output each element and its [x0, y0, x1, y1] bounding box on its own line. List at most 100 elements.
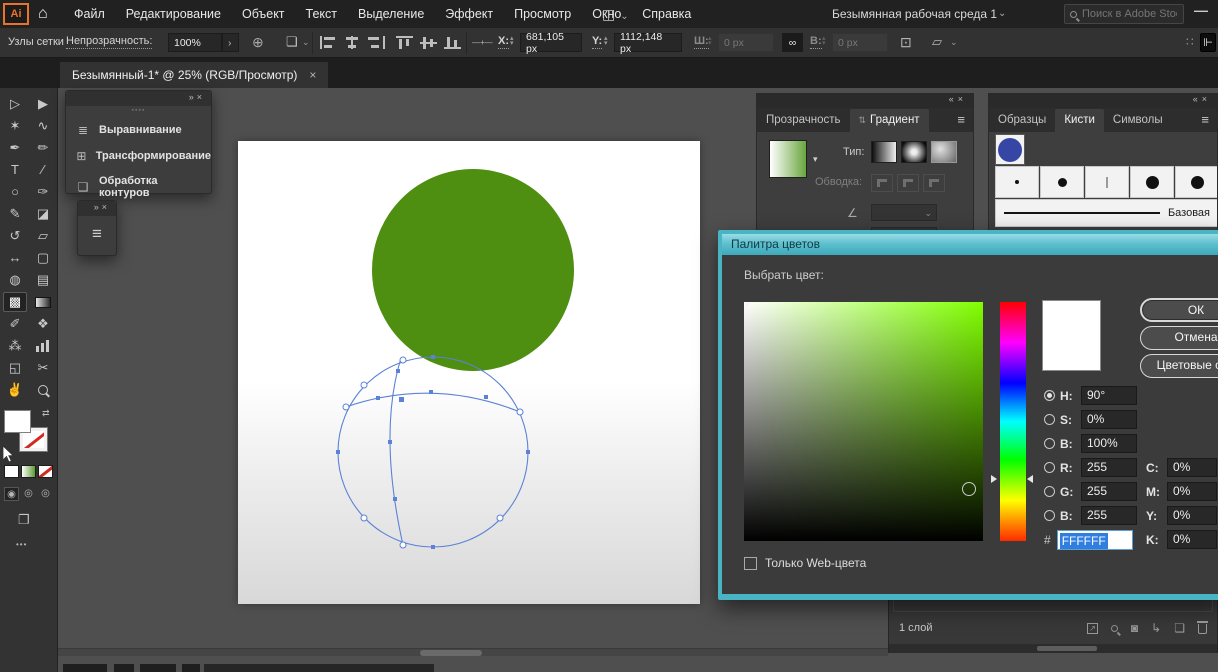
radio-b[interactable] [1044, 438, 1055, 449]
document-setup-icon[interactable]: ❏ [286, 34, 298, 50]
y-value-field[interactable]: 1112,148 px [614, 33, 682, 52]
screen-mode-icon[interactable]: ❐ [18, 512, 30, 528]
tool-curvature[interactable]: ✏ [31, 138, 55, 158]
radio-h[interactable] [1044, 390, 1055, 401]
tool-hand[interactable]: ✌ [3, 380, 27, 400]
tool-width[interactable]: ↔ [3, 248, 27, 268]
tool-blend[interactable]: ❖ [31, 314, 55, 334]
color-swatches-button[interactable]: Цветовые обр [1140, 354, 1218, 378]
hue-slider-marker-right[interactable] [1027, 475, 1033, 483]
brush-swatch-circle[interactable] [995, 134, 1025, 165]
panel-menu-icon[interactable]: ≡ [1201, 112, 1209, 127]
ok-button[interactable]: ОК [1140, 298, 1218, 322]
tool-magic-wand[interactable]: ✶ [3, 116, 27, 136]
input-m[interactable]: 0% [1167, 482, 1217, 501]
dock-panel-icon[interactable]: ⊩ [1200, 33, 1216, 52]
close-icon[interactable]: × [102, 202, 110, 212]
web-only-checkbox[interactable] [744, 557, 757, 570]
workspace-selector[interactable]: Безымянная рабочая среда 1 [832, 7, 997, 21]
input-k[interactable]: 0% [1167, 530, 1217, 549]
new-sublayer-icon[interactable]: ↳ [1151, 621, 1161, 635]
chevron-down-icon[interactable]: ⌄ [998, 8, 1006, 19]
align-horizontal-right-icon[interactable] [368, 36, 385, 49]
edit-toolbar-icon[interactable]: ••• [16, 540, 27, 549]
radio-b2[interactable] [1044, 510, 1055, 521]
brush-swatch-1[interactable] [995, 166, 1039, 198]
opacity-dropdown-button[interactable]: › [222, 33, 239, 52]
globe-icon[interactable]: ⊕ [252, 34, 264, 51]
input-s[interactable]: 0% [1081, 410, 1137, 429]
tool-perspective-grid[interactable]: ▤ [31, 270, 55, 290]
hue-slider-marker-left[interactable] [991, 475, 997, 483]
brush-swatch-4[interactable] [1130, 166, 1174, 198]
align-horizontal-center-icon[interactable] [344, 36, 361, 49]
tool-eyedropper[interactable]: ✐ [3, 314, 27, 334]
tool-column-graph[interactable] [31, 336, 55, 356]
menu-item-7[interactable]: Просмотр [514, 7, 571, 21]
tool-line-segment[interactable]: ∕ [31, 160, 55, 180]
tool-direct-selection[interactable]: ▷ [3, 94, 27, 114]
drag-grip[interactable]: ▪▪▪▪ [132, 107, 146, 114]
chevron-down-icon[interactable]: ⌄ [302, 37, 310, 48]
tool-slice[interactable]: ✂ [31, 358, 55, 378]
input-h[interactable]: 90° [1081, 386, 1137, 405]
align-vertical-middle-icon[interactable] [420, 36, 437, 49]
new-layer-icon[interactable]: ❏ [1174, 621, 1185, 635]
panel-item-transform[interactable]: ⊞Трансформирование [66, 143, 211, 169]
tool-gradient[interactable] [31, 292, 55, 312]
menu-item-9[interactable]: Справка [642, 7, 691, 21]
tool-selection[interactable]: ▶ [31, 94, 55, 114]
delete-layer-icon[interactable] [1198, 624, 1207, 634]
x-stepper[interactable]: ▴▾ [510, 36, 518, 46]
tab-gradient[interactable]: ⇅Градиент [850, 109, 929, 132]
tool-type[interactable]: T [3, 160, 27, 180]
tool-pen[interactable]: ✒ [3, 138, 27, 158]
search-input[interactable] [1082, 8, 1177, 20]
close-tab-icon[interactable]: × [309, 68, 316, 82]
shear-icon[interactable]: ▱ [932, 34, 942, 50]
artboard[interactable] [238, 141, 700, 604]
adobe-stock-search[interactable] [1064, 4, 1184, 24]
align-vertical-bottom-icon[interactable] [444, 36, 461, 49]
tool-eraser[interactable]: ◪ [31, 204, 55, 224]
dialog-title[interactable]: Палитра цветов [722, 234, 1218, 255]
tool-artboard[interactable]: ◱ [3, 358, 27, 378]
tab-swatches[interactable]: Образцы [989, 109, 1055, 132]
input-r[interactable]: 255 [1081, 458, 1137, 477]
constrain-proportions-icon[interactable]: ⊡ [900, 34, 912, 51]
cancel-button[interactable]: Отмена [1140, 326, 1218, 350]
tool-rotate[interactable]: ↺ [3, 226, 27, 246]
opacity-value[interactable]: 100% [168, 33, 222, 52]
draw-inside-mode-icon[interactable]: ◎ [38, 487, 53, 501]
menu-icon[interactable]: ≡ [78, 224, 116, 244]
close-icon[interactable]: × [1202, 94, 1211, 104]
input-g[interactable]: 255 [1081, 482, 1137, 501]
brush-swatch-2[interactable] [1040, 166, 1084, 198]
radio-g[interactable] [1044, 486, 1055, 497]
opacity-label[interactable]: Непрозрачность: [66, 35, 152, 49]
panel-menu-icon[interactable]: ≡ [957, 112, 965, 127]
touch-workspace-icon[interactable]: ∷ [1186, 35, 1194, 49]
radio-r[interactable] [1044, 462, 1055, 473]
angle-dropdown[interactable]: ⌄ [871, 204, 937, 221]
gradient-swatch[interactable] [769, 140, 807, 178]
chevron-down-icon[interactable]: ⌄ [950, 37, 958, 48]
field-cursor-ring[interactable] [962, 482, 976, 496]
tool-shape-builder[interactable]: ◍ [3, 270, 27, 290]
home-icon[interactable]: ⌂ [38, 4, 48, 24]
anchor-point-icon[interactable]: ―+― [472, 38, 493, 47]
brush-swatch-3[interactable] [1085, 166, 1129, 198]
tool-scale[interactable]: ▱ [31, 226, 55, 246]
linear-gradient-button[interactable] [871, 141, 897, 163]
y-stepper[interactable]: ▴▾ [604, 36, 612, 46]
expand-panel-icon[interactable]: » [189, 92, 197, 102]
close-icon[interactable]: × [197, 92, 205, 102]
saturation-brightness-field[interactable] [744, 302, 983, 541]
fill-color-swatch[interactable] [4, 410, 31, 433]
document-tab[interactable]: Безымянный-1* @ 25% (RGB/Просмотр) × [60, 62, 328, 88]
menu-item-2[interactable]: Редактирование [126, 7, 221, 21]
collapse-panel-icon[interactable]: « [949, 94, 958, 104]
chevron-down-icon[interactable]: ▾ [813, 154, 818, 165]
hue-slider[interactable] [1000, 302, 1026, 541]
menu-item-5[interactable]: Выделение [358, 7, 424, 21]
